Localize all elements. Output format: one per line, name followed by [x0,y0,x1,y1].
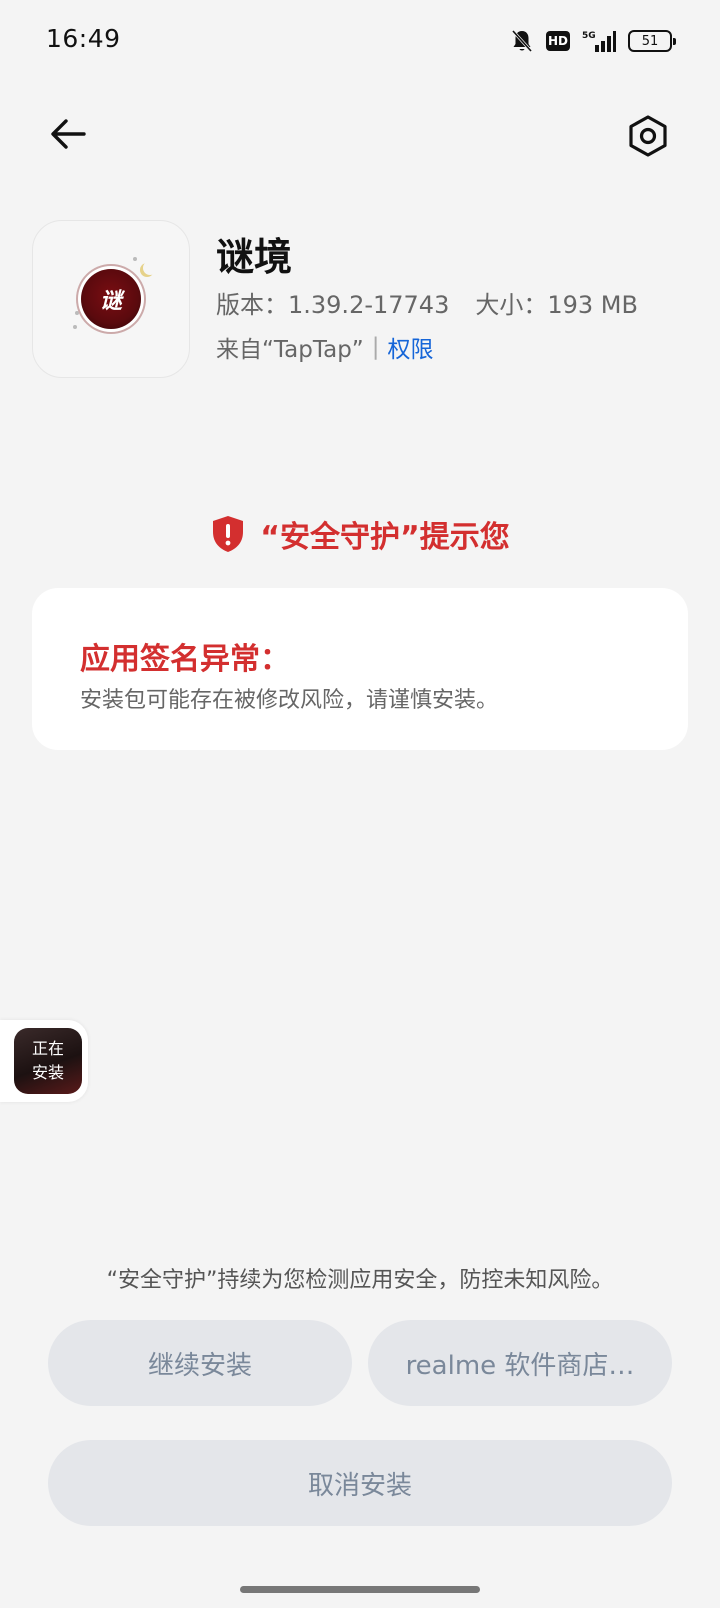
security-title: “安全守护”提示您 [260,520,510,555]
warning-card-description: 安装包可能存在被修改风险，请谨慎安装。 [80,688,499,713]
security-header: “安全守护”提示您 [0,512,720,556]
app-logo: 谜 [81,269,141,329]
settings-button[interactable] [620,108,676,164]
status-time: 16:49 [46,24,121,53]
back-arrow-icon [51,119,86,149]
continue-install-button[interactable]: 继续安装 [48,1320,352,1406]
permissions-link[interactable]: 权限 [387,330,433,364]
signal-icon: 5G [582,31,616,52]
installing-floating-bubble[interactable]: 正在 安装 [0,1020,88,1102]
separator: | [371,334,380,360]
installing-app-icon: 正在 安装 [14,1028,82,1094]
app-meta: 版本：1.39.2-17743 大小：193 MB [216,285,638,320]
app-name: 谜境 [216,235,293,279]
home-indicator[interactable] [240,1586,480,1593]
moon-icon [143,261,157,275]
status-icons: HD 5G 51 [510,28,676,54]
app-icon: 谜 [32,220,190,378]
app-source: 来自“TapTap” [216,337,364,363]
realme-store-button[interactable]: realme 软件商店… [368,1320,672,1406]
cancel-install-button[interactable]: 取消安装 [48,1440,672,1526]
install-screen: 16:49 HD 5G 51 谜 谜境 版本：1.39.2-17743 大小：1… [0,0,720,1608]
decor-dot [73,325,77,329]
warning-card-title: 应用签名异常： [80,642,290,677]
status-bar: 16:49 HD 5G 51 [0,0,720,84]
app-source-line: 来自“TapTap” | 权限 [216,330,433,364]
app-version: 版本：1.39.2-17743 [216,291,450,319]
installing-label-line2: 安装 [31,1063,64,1082]
decor-dot [75,311,79,315]
bell-off-icon [511,29,533,53]
decor-dot [133,257,137,261]
hd-icon: HD [546,31,570,51]
shield-alert-icon [213,516,244,552]
back-button[interactable] [42,108,94,160]
warning-card: 应用签名异常： 安装包可能存在被修改风险，请谨慎安装。 [32,588,688,750]
settings-hexagon-icon [629,115,667,157]
footer-note: “安全守护”持续为您检测应用安全，防控未知风险。 [106,1268,614,1293]
installing-label-line1: 正在 [31,1039,64,1058]
network-label: 5G [582,31,596,41]
battery-icon: 51 [628,30,676,52]
app-size: 大小：193 MB [475,291,638,319]
